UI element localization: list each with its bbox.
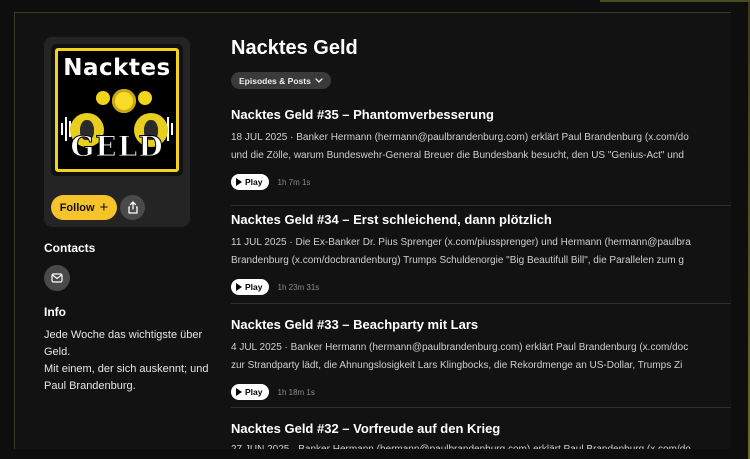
episode-title[interactable]: Nacktes Geld #32 – Vorfreude auf den Kri… xyxy=(231,421,731,436)
coin-icon xyxy=(138,91,152,105)
episode-item: Nacktes Geld #33 – Beachparty mit Lars 4… xyxy=(231,317,731,400)
episode-description: 18 JUL 2025 · Banker Hermann (hermann@pa… xyxy=(231,129,731,165)
cover-title-top: Nacktes xyxy=(63,55,171,81)
episode-description-line: 4 JUL 2025 · Banker Hermann (hermann@pau… xyxy=(231,342,689,353)
coin-icon xyxy=(112,89,136,113)
filter-label: Episodes & Posts xyxy=(239,75,311,86)
play-icon xyxy=(236,388,242,396)
episode-divider xyxy=(231,303,731,304)
episode-description-line: 18 JUL 2025 · Banker Hermann (hermann@pa… xyxy=(231,132,689,143)
coin-icon xyxy=(96,91,110,105)
episode-description-line: zur Strandparty lädt, die Ahnungslosigke… xyxy=(231,360,683,371)
info-heading: Info xyxy=(44,305,66,319)
follow-button[interactable]: Follow + xyxy=(51,195,117,220)
episode-duration: 1h 7m 1s xyxy=(277,177,311,187)
episode-description-line: und die Zölle, warum Bundeswehr-General … xyxy=(231,150,684,161)
episode-description-line: Brandenburg (x.com/docbrandenburg) Trump… xyxy=(231,255,684,266)
info-line: Paul Brandenburg. xyxy=(44,380,136,392)
page-title: Nacktes Geld xyxy=(231,37,358,59)
info-line: Jede Woche das wichtigste über xyxy=(44,329,203,341)
episode-title[interactable]: Nacktes Geld #33 – Beachparty mit Lars xyxy=(231,317,731,332)
cover-title-bottom: GELD xyxy=(70,130,164,164)
podcast-cover-image: Nacktes GELD xyxy=(51,44,183,176)
follow-label: Follow xyxy=(59,201,95,214)
play-label: Play xyxy=(245,177,263,187)
window-edge-top xyxy=(600,0,750,2)
episode-divider xyxy=(231,407,731,408)
episode-description-line: 27 JUN 2025 · Banker Hermann (hermann@pa… xyxy=(231,441,731,449)
mail-icon xyxy=(51,273,63,283)
play-icon xyxy=(236,283,242,291)
play-label: Play xyxy=(245,282,263,292)
episode-item: Nacktes Geld #32 – Vorfreude auf den Kri… xyxy=(231,421,731,449)
episode-title[interactable]: Nacktes Geld #34 – Erst schleichend, dan… xyxy=(231,212,731,227)
info-line: Mit einem, der sich auskennt; und xyxy=(44,363,209,375)
play-icon xyxy=(236,178,242,186)
play-button[interactable]: Play xyxy=(231,174,269,190)
info-line: Geld. xyxy=(44,346,71,358)
share-icon xyxy=(127,201,138,214)
episode-duration: 1h 23m 31s xyxy=(277,282,320,292)
podcast-card: Nacktes GELD Follow + xyxy=(44,37,190,227)
chevron-down-icon xyxy=(315,78,323,83)
episode-divider xyxy=(231,205,731,206)
episode-item: Nacktes Geld #34 – Erst schleichend, dan… xyxy=(231,212,731,295)
podcast-page: Nacktes GELD Follow + Contacts Info Jede… xyxy=(14,12,731,449)
play-label: Play xyxy=(245,387,263,397)
episode-description: 4 JUL 2025 · Banker Hermann (hermann@pau… xyxy=(231,339,731,375)
share-button[interactable] xyxy=(120,195,145,220)
plus-icon: + xyxy=(99,199,109,216)
episode-title[interactable]: Nacktes Geld #35 – Phantomverbesserung xyxy=(231,107,731,122)
episode-item: Nacktes Geld #35 – Phantomverbesserung 1… xyxy=(231,107,731,190)
episode-description: 27 JUN 2025 · Banker Hermann (hermann@pa… xyxy=(231,441,731,449)
episodes-filter-dropdown[interactable]: Episodes & Posts xyxy=(231,72,331,89)
email-contact-button[interactable] xyxy=(44,265,70,291)
play-button[interactable]: Play xyxy=(231,279,269,295)
episode-description-line: 11 JUL 2025 · Die Ex-Banker Dr. Pius Spr… xyxy=(231,237,691,248)
play-button[interactable]: Play xyxy=(231,384,269,400)
episode-duration: 1h 18m 1s xyxy=(277,387,315,397)
contacts-heading: Contacts xyxy=(44,241,96,255)
episode-description: 11 JUL 2025 · Die Ex-Banker Dr. Pius Spr… xyxy=(231,234,731,270)
podcast-description: Jede Woche das wichtigste über Geld. Mit… xyxy=(44,327,219,395)
